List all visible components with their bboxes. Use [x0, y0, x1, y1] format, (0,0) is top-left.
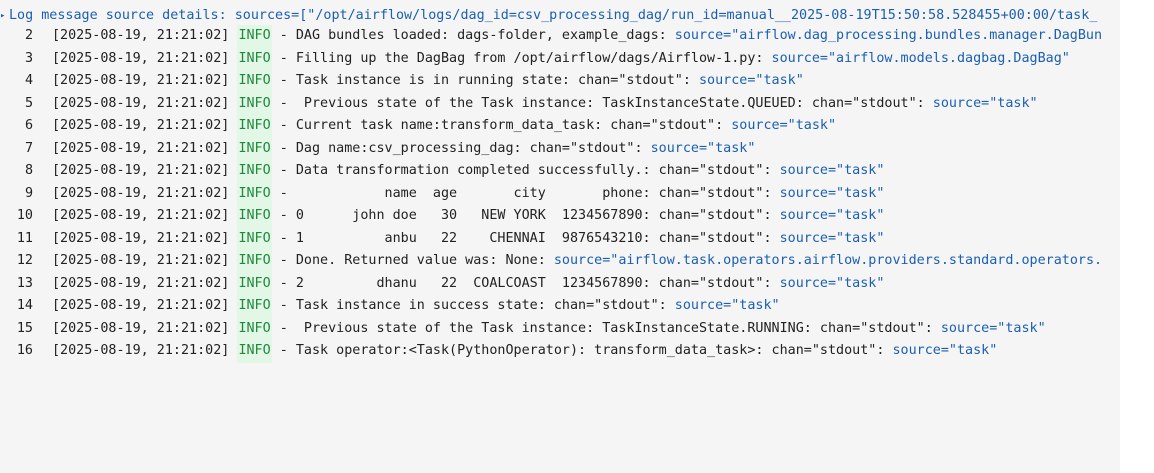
line-number: 9 — [24, 185, 33, 201]
log-panel: ▸ Log message source details: sources=["/… — [0, 0, 1120, 473]
line-number: 7 — [24, 140, 33, 156]
log-line: 12 [2025-08-19, 21:21:02] INFO - Done. Re… — [0, 250, 1102, 273]
log-timestamp: [2025-08-19, 21:21:02] — [52, 298, 230, 313]
log-source: source="task" — [779, 185, 885, 201]
log-level-badge: INFO — [237, 227, 272, 250]
log-message: - 2 dhanu 22 COALCOAST 1234567890: chan=… — [271, 275, 780, 291]
log-line: 11 [2025-08-19, 21:21:02] INFO - 1 anbu 2… — [0, 227, 1102, 250]
log-timestamp: [2025-08-19, 21:21:02] — [52, 275, 230, 291]
log-line: 15 [2025-08-19, 21:21:02] INFO - Previous… — [0, 317, 1102, 340]
log-line: 14 [2025-08-19, 21:21:02] INFO - Task ins… — [0, 295, 1102, 318]
log-message: - Filling up the DagBag from /opt/airflo… — [271, 50, 772, 66]
log-message: - 0 john doe 30 NEW YORK 1234567890: cha… — [271, 208, 780, 223]
line-number: 6 — [24, 118, 33, 133]
log-message: - Task instance in success state: chan="… — [271, 298, 675, 313]
line-number: 2 — [24, 28, 33, 43]
log-level-badge: INFO — [237, 295, 272, 318]
log-source: source="task" — [892, 343, 998, 358]
log-timestamp: [2025-08-19, 21:21:02] — [52, 118, 230, 133]
log-message: - Previous state of the Task instance: T… — [271, 320, 941, 336]
log-timestamp: [2025-08-19, 21:21:02] — [52, 185, 230, 201]
log-source: source="task" — [698, 73, 804, 88]
log-timestamp: [2025-08-19, 21:21:02] — [52, 163, 230, 178]
line-number: 11 — [16, 230, 33, 246]
log-timestamp: [2025-08-19, 21:21:02] — [52, 140, 230, 156]
line-number: 5 — [24, 95, 33, 111]
log-message: - Previous state of the Task instance: T… — [271, 95, 933, 111]
log-source: source="task" — [940, 320, 1046, 336]
log-message: - name age city phone: chan="stdout": — [271, 185, 780, 201]
line-number: 16 — [16, 343, 33, 358]
log-message: - Task instance is in running state: cha… — [271, 73, 699, 88]
log-source: source="task" — [779, 208, 885, 223]
log-timestamp: [2025-08-19, 21:21:02] — [52, 50, 230, 66]
log-source: source="task" — [674, 298, 780, 313]
log-message: - Task operator:<Task(PythonOperator): t… — [271, 343, 893, 358]
log-message: - DAG bundles loaded: dags-folder, examp… — [271, 28, 675, 43]
log-level-badge: INFO — [237, 182, 272, 205]
log-timestamp: [2025-08-19, 21:21:02] — [52, 208, 230, 223]
log-level-badge: INFO — [237, 115, 272, 138]
log-line: 16 [2025-08-19, 21:21:02] INFO - Task ope… — [0, 340, 1102, 363]
line-number: 15 — [16, 320, 33, 336]
line-number: 14 — [16, 298, 33, 313]
log-lines: 2 [2025-08-19, 21:21:02] INFO - DAG bundl… — [0, 25, 1102, 363]
line-number: 3 — [24, 50, 33, 66]
log-level-badge: INFO — [237, 70, 272, 93]
log-line: 6 [2025-08-19, 21:21:02] INFO - Current t… — [0, 115, 1102, 138]
log-level-badge: INFO — [237, 250, 272, 273]
log-message: - Current task name:transform_data_task:… — [271, 118, 732, 133]
log-message: - Data transformation completed successf… — [271, 163, 780, 178]
log-source: source="task" — [779, 163, 885, 178]
log-line: 10 [2025-08-19, 21:21:02] INFO - 0 john d… — [0, 205, 1102, 228]
chevron-right-icon[interactable]: ▸ — [0, 6, 9, 26]
log-level-badge: INFO — [237, 92, 272, 115]
log-line: 2 [2025-08-19, 21:21:02] INFO - DAG bundl… — [0, 25, 1102, 48]
log-timestamp: [2025-08-19, 21:21:02] — [52, 73, 230, 88]
log-line: 8 [2025-08-19, 21:21:02] INFO - Data tran… — [0, 160, 1102, 183]
log-line: 9 [2025-08-19, 21:21:02] INFO - name age … — [0, 182, 1102, 205]
log-timestamp: [2025-08-19, 21:21:02] — [52, 95, 230, 111]
log-level-badge: INFO — [237, 272, 272, 295]
log-level-badge: INFO — [237, 340, 272, 363]
log-source: source="airflow.models.dagbag.DagBag" — [771, 50, 1070, 66]
log-timestamp: [2025-08-19, 21:21:02] — [52, 320, 230, 336]
log-source-details-text: Log message source details: sources=["/o… — [9, 8, 1098, 23]
line-number: 4 — [24, 73, 33, 88]
log-source: source="task" — [650, 140, 756, 156]
log-message: - Dag name:csv_processing_dag: chan="std… — [271, 140, 651, 156]
log-line: 13 [2025-08-19, 21:21:02] INFO - 2 dhanu … — [0, 272, 1102, 295]
line-number: 12 — [16, 253, 33, 268]
log-timestamp: [2025-08-19, 21:21:02] — [52, 230, 230, 246]
line-number: 13 — [16, 275, 33, 291]
log-level-badge: INFO — [237, 205, 272, 228]
log-level-badge: INFO — [237, 160, 272, 183]
log-line: 4 [2025-08-19, 21:21:02] INFO - Task inst… — [0, 70, 1102, 93]
log-timestamp: [2025-08-19, 21:21:02] — [52, 28, 230, 43]
log-source: source="task" — [779, 230, 885, 246]
log-level-badge: INFO — [237, 47, 272, 70]
log-source: source="task" — [779, 275, 885, 291]
log-source-details-toggle[interactable]: ▸ Log message source details: sources=["/… — [0, 6, 1097, 26]
log-source: source="task" — [932, 95, 1038, 111]
log-source: source="task" — [731, 118, 837, 133]
log-source: source="airflow.task.operators.airflow.p… — [553, 253, 1103, 268]
log-message: - 1 anbu 22 CHENNAI 9876543210: chan="st… — [271, 230, 780, 246]
log-level-badge: INFO — [237, 137, 272, 160]
log-level-badge: INFO — [237, 317, 272, 340]
log-level-badge: INFO — [237, 25, 272, 48]
line-number: 8 — [24, 163, 33, 178]
log-timestamp: [2025-08-19, 21:21:02] — [52, 343, 230, 358]
log-line: 3 [2025-08-19, 21:21:02] INFO - Filling u… — [0, 47, 1102, 70]
log-line: 5 [2025-08-19, 21:21:02] INFO - Previous … — [0, 92, 1102, 115]
line-number: 10 — [16, 208, 33, 223]
log-timestamp: [2025-08-19, 21:21:02] — [52, 253, 230, 268]
log-line: 7 [2025-08-19, 21:21:02] INFO - Dag name:… — [0, 137, 1102, 160]
log-message: - Done. Returned value was: None: — [271, 253, 554, 268]
log-source: source="airflow.dag_processing.bundles.m… — [674, 28, 1103, 43]
